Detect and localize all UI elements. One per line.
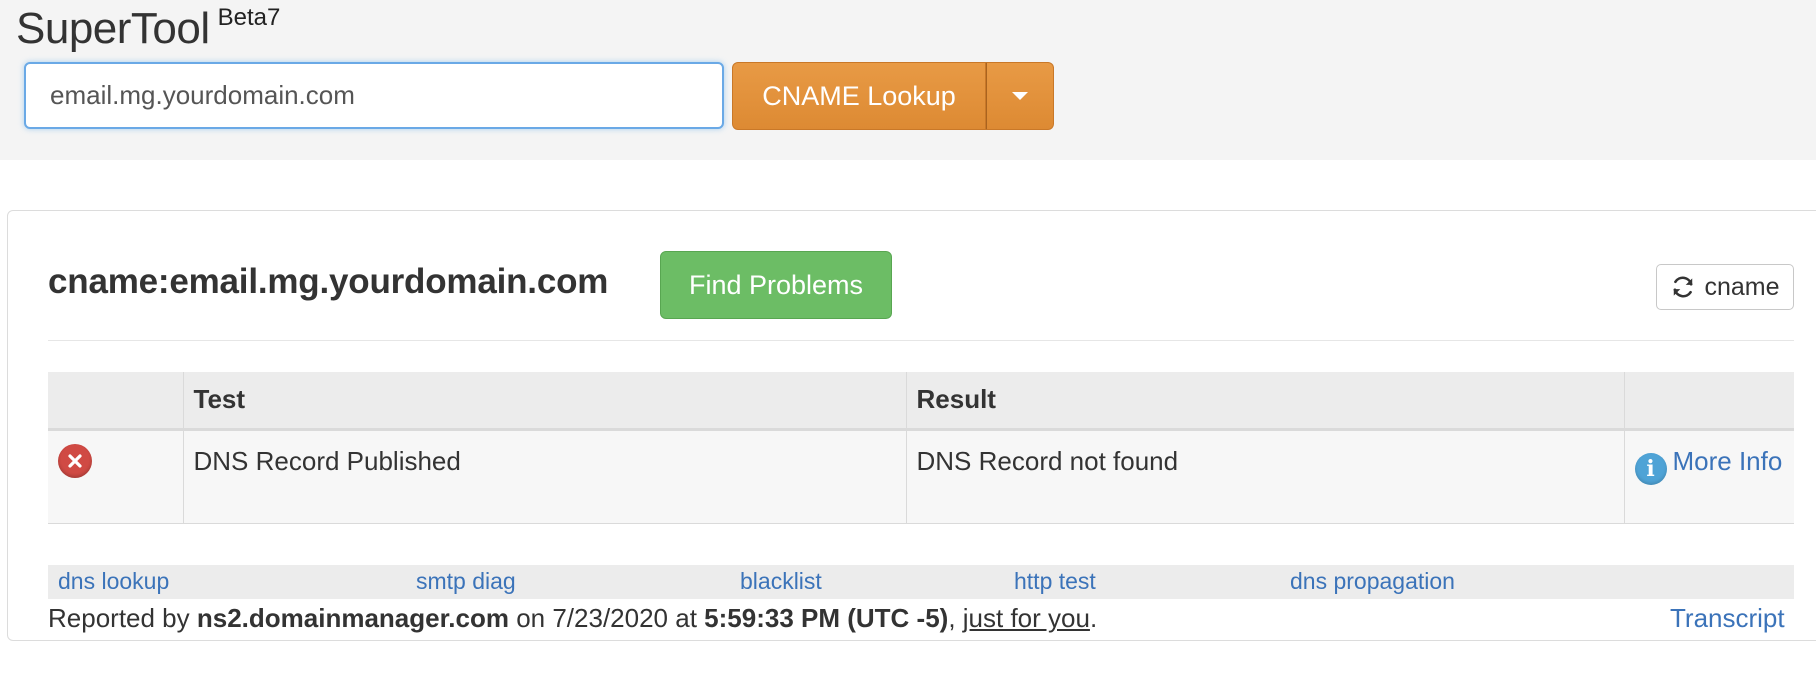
status-cell bbox=[48, 429, 183, 524]
result-heading: cname:email.mg.yourdomain.com bbox=[48, 262, 609, 301]
find-problems-button[interactable]: Find Problems bbox=[660, 251, 892, 319]
report-footer: Reported by ns2.domainmanager.com on 7/2… bbox=[48, 603, 1097, 634]
refresh-icon bbox=[1674, 276, 1693, 298]
transcript-link[interactable]: Transcript bbox=[1670, 603, 1785, 634]
result-cell: DNS Record not found bbox=[905, 429, 1624, 524]
footer-date: on 7/23/2020 at bbox=[508, 603, 705, 633]
test-cell: DNS Record Published bbox=[182, 429, 906, 524]
more-info-cell: i More Info bbox=[1623, 429, 1794, 524]
just-for-you-link[interactable]: just for you bbox=[963, 603, 1090, 633]
top-bar: SuperTool Beta7 CNAME Lookup bbox=[0, 0, 1816, 160]
app-version-badge: Beta7 bbox=[217, 4, 281, 31]
heading-divider bbox=[48, 340, 1794, 341]
cname-lookup-button[interactable]: CNAME Lookup bbox=[732, 62, 986, 130]
caret-down-icon bbox=[1012, 92, 1028, 100]
lookup-type-dropdown-button[interactable] bbox=[986, 62, 1054, 130]
refresh-label: cname bbox=[1704, 272, 1780, 301]
quick-link-blacklist[interactable]: blacklist bbox=[740, 568, 822, 595]
info-icon: i bbox=[1634, 452, 1667, 485]
quick-link-http-test[interactable]: http test bbox=[1014, 568, 1096, 595]
quick-links-bar: dns lookup smtp diag blacklist http test… bbox=[48, 565, 1794, 599]
app-title: SuperTool bbox=[16, 4, 210, 53]
quick-link-dns-propagation[interactable]: dns propagation bbox=[1290, 568, 1455, 595]
table-row: DNS Record Published DNS Record not foun… bbox=[48, 429, 1794, 524]
footer-time: 5:59:33 PM (UTC -5) bbox=[704, 603, 949, 633]
header-result: Result bbox=[905, 372, 1624, 431]
error-icon bbox=[58, 443, 92, 478]
quick-link-dns-lookup[interactable]: dns lookup bbox=[58, 568, 169, 595]
app-brand: SuperTool Beta7 bbox=[16, 4, 280, 54]
quick-link-smtp-diag[interactable]: smtp diag bbox=[416, 568, 516, 595]
lookup-button-group: CNAME Lookup bbox=[732, 62, 1054, 130]
header-test: Test bbox=[182, 372, 906, 431]
header-more bbox=[1623, 372, 1794, 431]
footer-prefix: Reported by bbox=[48, 603, 197, 633]
header-status bbox=[48, 372, 183, 431]
footer-comma: , bbox=[948, 603, 963, 633]
footer-server: ns2.domainmanager.com bbox=[196, 603, 509, 633]
more-info-link[interactable]: i More Info bbox=[1634, 445, 1783, 485]
results-table: Test Result DNS Record Published DNS Rec… bbox=[48, 372, 1794, 524]
search-input[interactable] bbox=[24, 62, 724, 129]
more-info-label: More Info bbox=[1672, 445, 1783, 476]
footer-period: . bbox=[1089, 603, 1098, 633]
refresh-cname-button[interactable]: cname bbox=[1656, 264, 1794, 310]
table-header-row: Test Result bbox=[48, 372, 1794, 431]
